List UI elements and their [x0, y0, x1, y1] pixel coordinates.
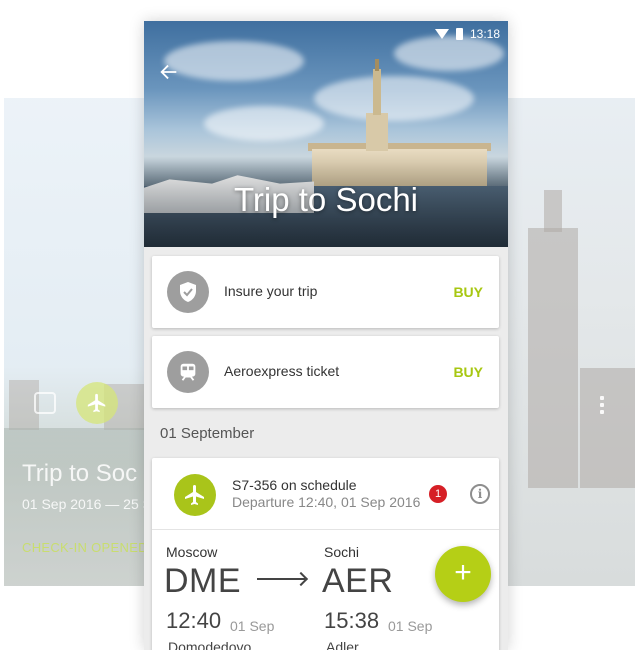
origin-city: Moscow	[166, 544, 218, 560]
background-tower-top	[544, 190, 562, 232]
wifi-icon	[434, 29, 449, 39]
route-arrow-icon	[257, 578, 305, 580]
arrival-time: 15:38	[324, 608, 380, 633]
insurance-label: Insure your trip	[224, 283, 318, 299]
departure-date: 01 Sep	[230, 618, 275, 634]
background-bus-icon	[34, 392, 56, 414]
background-trip-card-right	[508, 98, 635, 586]
section-date-header: 01 September	[160, 425, 255, 442]
origin-airport: Domodedovo	[168, 639, 252, 650]
back-arrow-icon[interactable]	[158, 61, 182, 85]
destination-airport: Adler	[326, 639, 359, 650]
destination-city: Sochi	[324, 544, 360, 560]
hero-image: 13:18 Trip to Sochi	[144, 21, 508, 247]
background-trip-card-left: Trip to Soc 01 Sep 2016 — 25 S CHECK-IN …	[4, 98, 144, 586]
info-icon[interactable]: i	[470, 484, 490, 504]
battery-icon	[455, 28, 463, 40]
background-plane-icon	[76, 382, 118, 424]
departure-time: 12:40	[166, 608, 222, 633]
trip-title: Trip to Sochi	[233, 181, 418, 218]
aeroexpress-card[interactable]: Aeroexpress ticket BUY	[152, 336, 499, 408]
background-tower	[528, 228, 578, 488]
notification-badge[interactable]: 1	[429, 485, 447, 503]
flight-header: S7-356 on schedule Departure 12:40, 01 S…	[152, 458, 499, 530]
arrival-date: 01 Sep	[388, 618, 433, 634]
insurance-buy-button[interactable]: BUY	[453, 284, 483, 300]
flight-status: S7-356 on schedule	[232, 477, 357, 493]
background-trip-dates: 01 Sep 2016 — 25 S	[22, 496, 144, 512]
background-trip-title: Trip to Soc	[22, 460, 138, 487]
status-bar: 13:18	[434, 26, 500, 42]
flight-departure-info: Departure 12:40, 01 Sep 2016	[232, 494, 421, 510]
train-icon	[167, 351, 209, 393]
shield-check-icon	[167, 271, 209, 313]
plane-icon	[174, 474, 216, 516]
background-more-icon	[600, 396, 604, 417]
add-button[interactable]: +	[435, 546, 491, 602]
background-building	[580, 368, 635, 488]
aeroexpress-label: Aeroexpress ticket	[224, 363, 340, 379]
status-time: 13:18	[469, 27, 500, 41]
destination-code: AER	[322, 562, 394, 600]
origin-code: DME	[164, 562, 242, 600]
aeroexpress-buy-button[interactable]: BUY	[453, 364, 483, 380]
insurance-card[interactable]: Insure your trip BUY	[152, 256, 499, 328]
background-checkin-status: CHECK-IN OPENED	[22, 540, 144, 555]
